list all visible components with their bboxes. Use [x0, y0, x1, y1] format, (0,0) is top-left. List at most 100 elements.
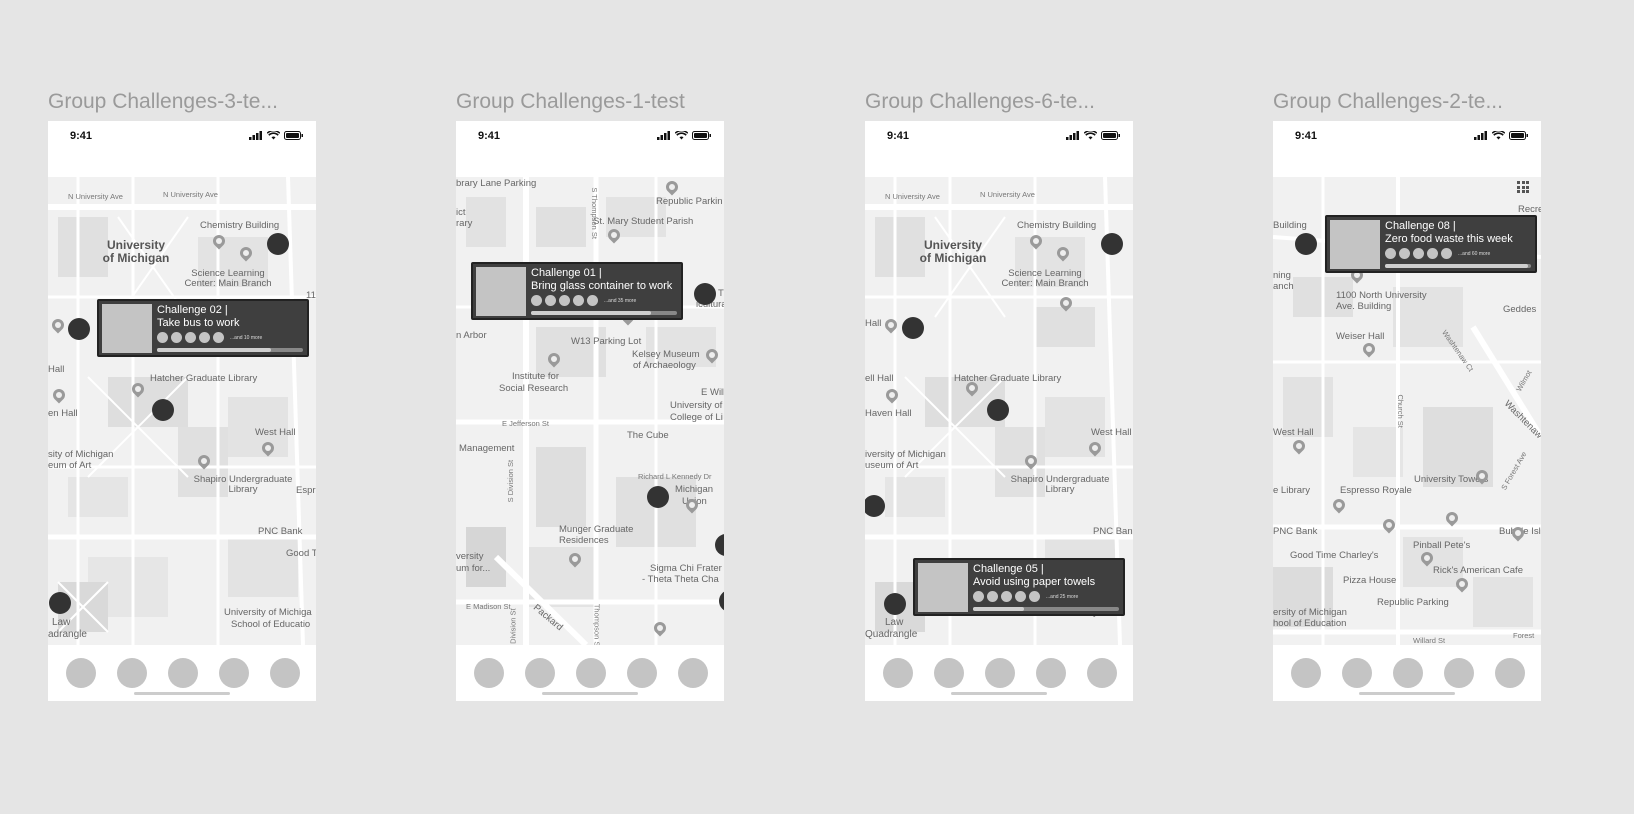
map-label: Shapiro Undergraduate Library — [193, 474, 293, 496]
tab-button-2[interactable] — [117, 658, 147, 688]
map-label: Good Time Charley's — [1290, 550, 1379, 561]
map-label: Law — [885, 617, 904, 628]
tab-button-1[interactable] — [66, 658, 96, 688]
tab-button-4[interactable] — [1444, 658, 1474, 688]
map-label: Church St — [1395, 394, 1405, 428]
avatar — [987, 591, 998, 602]
map-label: University of Michigan — [102, 238, 170, 266]
challenge-title: Challenge 02 | Take bus to work — [157, 304, 240, 329]
tab-button-2[interactable] — [1342, 658, 1372, 688]
grid-menu-icon[interactable] — [1517, 181, 1529, 193]
map-label: College of Li — [670, 412, 723, 423]
tab-button-4[interactable] — [219, 658, 249, 688]
challenge-card[interactable]: Challenge 02 | Take bus to work ...and 10… — [97, 299, 309, 357]
avatar — [213, 332, 224, 343]
participant-marker[interactable] — [152, 399, 174, 421]
tab-button-1[interactable] — [1291, 658, 1321, 688]
map-label: University of — [670, 400, 723, 411]
tab-button-2[interactable] — [934, 658, 964, 688]
tab-button-1[interactable] — [474, 658, 504, 688]
map-label: Division St — [508, 608, 518, 644]
challenge-thumbnail — [1330, 220, 1380, 269]
tab-button-5[interactable] — [1087, 658, 1117, 688]
participant-marker[interactable] — [647, 486, 669, 508]
more-participants-label: ...and 10 more — [230, 334, 263, 341]
frame-title-1[interactable]: Group Challenges-3-te... — [48, 90, 278, 114]
tab-button-3[interactable] — [168, 658, 198, 688]
avatar — [1399, 248, 1410, 259]
tab-button-2[interactable] — [525, 658, 555, 688]
campus-map[interactable]: brary Lane Parking Republic Parkin ict r… — [456, 177, 724, 645]
home-indicator — [951, 692, 1047, 695]
avatar — [1001, 591, 1012, 602]
challenge-progress-bar — [531, 311, 677, 315]
participant-marker[interactable] — [68, 318, 90, 340]
frame-title-3[interactable]: Group Challenges-6-te... — [865, 90, 1095, 114]
participant-marker[interactable] — [694, 283, 716, 305]
challenge-card[interactable]: Challenge 05 | Avoid using paper towels .… — [913, 558, 1125, 616]
map-label: Hall — [48, 364, 65, 375]
avatar — [587, 295, 598, 306]
campus-map[interactable]: N University Ave N University Ave Univer… — [865, 177, 1133, 645]
avatar — [1015, 591, 1026, 602]
tab-button-1[interactable] — [883, 658, 913, 688]
challenge-title: Challenge 08 | Zero food waste this week — [1385, 220, 1513, 245]
participant-marker[interactable] — [884, 593, 906, 615]
more-participants-label: ...and 25 more — [1046, 593, 1079, 600]
avatar — [157, 332, 168, 343]
avatar — [1427, 248, 1438, 259]
participant-marker[interactable] — [902, 317, 924, 339]
participant-marker[interactable] — [49, 592, 71, 614]
map-label: Recre — [1518, 204, 1541, 215]
map-label: St. Mary Student Parish — [593, 216, 694, 227]
tab-button-4[interactable] — [627, 658, 657, 688]
map-label: ict — [456, 207, 466, 218]
map-label: S Thompson St — [589, 187, 599, 239]
tab-button-3[interactable] — [576, 658, 606, 688]
participant-avatars: ...and 60 more — [1385, 248, 1490, 259]
avatar — [973, 591, 984, 602]
map-label: Building — [1273, 220, 1307, 231]
map-label: S Division St — [506, 459, 516, 503]
participant-marker[interactable] — [1295, 233, 1317, 255]
status-bar: 9:41 — [48, 121, 316, 177]
map-label: useum of Art — [865, 460, 919, 471]
map-label: Residences — [559, 535, 609, 546]
challenge-card[interactable]: Challenge 08 | Zero food waste this week … — [1325, 215, 1537, 273]
map-label: Thompson St — [592, 603, 602, 645]
avatar — [1413, 248, 1424, 259]
map-label: ning — [1273, 270, 1291, 281]
participant-avatars: ...and 25 more — [973, 591, 1078, 602]
map-label: eum of Art — [48, 460, 92, 471]
map-label: Willard St — [1413, 636, 1446, 645]
map-label: rary — [456, 218, 473, 229]
map-label: N University Ave — [163, 190, 218, 199]
map-label: um for... — [456, 563, 491, 574]
map-label: Science Learning Center: Main Branch — [184, 268, 272, 290]
campus-map[interactable]: Building ning anch Recre 1100 North Univ… — [1273, 177, 1541, 645]
challenge-title: Challenge 01 | Bring glass container to w… — [531, 267, 673, 292]
tab-button-3[interactable] — [1393, 658, 1423, 688]
map-label: Pizza House — [1343, 575, 1397, 586]
map-label: Social Research — [499, 383, 569, 394]
tab-button-3[interactable] — [985, 658, 1015, 688]
map-label: Science Learning Center: Main Branch — [1001, 268, 1089, 290]
signal-icon — [1474, 131, 1487, 140]
map-label: Law — [52, 617, 71, 628]
frame-title-2[interactable]: Group Challenges-1-test — [456, 90, 685, 114]
tab-button-5[interactable] — [270, 658, 300, 688]
frame-title-4[interactable]: Group Challenges-2-te... — [1273, 90, 1503, 114]
map-label: Shapiro Undergraduate Library — [1010, 474, 1110, 496]
map-label: Michigan — [675, 484, 714, 495]
campus-map[interactable]: N University Ave N University Ave Univer… — [48, 177, 316, 645]
tab-button-5[interactable] — [1495, 658, 1525, 688]
participant-marker[interactable] — [267, 233, 289, 255]
challenge-thumbnail — [476, 267, 526, 316]
map-label: E Jefferson St — [502, 419, 549, 428]
tab-button-5[interactable] — [678, 658, 708, 688]
participant-marker[interactable] — [987, 399, 1009, 421]
tab-button-4[interactable] — [1036, 658, 1066, 688]
participant-marker[interactable] — [1101, 233, 1123, 255]
map-label: n Arbor — [456, 330, 487, 341]
challenge-card[interactable]: Challenge 01 | Bring glass container to w… — [471, 262, 683, 320]
